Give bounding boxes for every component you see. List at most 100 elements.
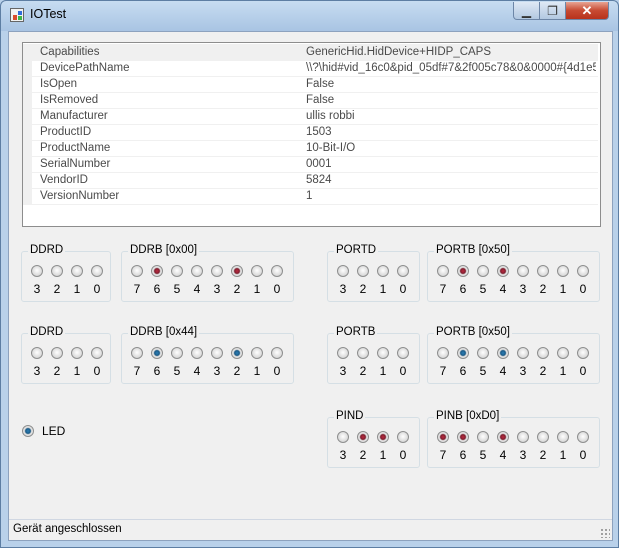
bit-indicator[interactable] (91, 347, 103, 359)
bit-indicator[interactable] (577, 265, 589, 277)
bit-indicator[interactable] (497, 265, 509, 277)
property-name: ProductID (40, 126, 92, 138)
bit-indicator[interactable] (357, 431, 369, 443)
row-margin (23, 188, 32, 204)
bit-indicator[interactable] (497, 347, 509, 359)
bit-indicator[interactable] (477, 265, 489, 277)
bit-indicator[interactable] (211, 347, 223, 359)
bit-indicator[interactable] (577, 347, 589, 359)
property-value[interactable]: ullis robbi (306, 110, 596, 122)
bit-indicator[interactable] (71, 265, 83, 277)
bit-indicator[interactable] (477, 431, 489, 443)
property-value[interactable]: False (306, 94, 596, 106)
property-value[interactable]: 10-Bit-I/O (306, 142, 596, 154)
minimize-button[interactable]: ▁ (513, 2, 540, 20)
bit-indicator[interactable] (131, 347, 143, 359)
bit-indicator[interactable] (191, 347, 203, 359)
property-name: ProductName (40, 142, 111, 154)
bit-indicator[interactable] (557, 431, 569, 443)
property-value[interactable]: False (306, 78, 596, 90)
bit-indicator[interactable] (271, 265, 283, 277)
property-row[interactable]: DevicePathName \\?\hid#vid_16c0&pid_05df#… (23, 60, 598, 77)
title-bar[interactable]: IOTest ▁ ❐ ✕ (1, 1, 618, 29)
bit-label: 3 (33, 364, 41, 378)
app-icon[interactable] (10, 8, 24, 22)
bit-indicator[interactable] (91, 265, 103, 277)
bit-indicator[interactable] (377, 265, 389, 277)
property-value[interactable]: 1 (306, 190, 596, 202)
bit-indicator[interactable] (577, 431, 589, 443)
bit-indicator[interactable] (231, 265, 243, 277)
bit-indicator[interactable] (537, 347, 549, 359)
bit-indicator[interactable] (231, 347, 243, 359)
bit-indicator[interactable] (537, 431, 549, 443)
property-value[interactable]: \\?\hid#vid_16c0&pid_05df#7&2f005c78&0&0… (306, 62, 596, 74)
bit-indicator[interactable] (151, 265, 163, 277)
bit-indicator[interactable] (537, 265, 549, 277)
bit-indicator[interactable] (397, 347, 409, 359)
bit-label: 2 (359, 364, 367, 378)
maximize-button[interactable]: ❐ (540, 2, 566, 20)
bit-indicator[interactable] (357, 265, 369, 277)
bit-indicator[interactable] (437, 431, 449, 443)
bit-indicator[interactable] (337, 431, 349, 443)
bit-indicator[interactable] (357, 347, 369, 359)
property-row[interactable]: SerialNumber 0001 (23, 156, 598, 173)
bit-label: 1 (253, 364, 261, 378)
bit-indicator[interactable] (497, 431, 509, 443)
property-row[interactable]: VendorID 5824 (23, 172, 598, 189)
bit-indicator[interactable] (557, 265, 569, 277)
property-row[interactable]: Manufacturer ullis robbi (23, 108, 598, 125)
property-row[interactable]: IsRemoved False (23, 92, 598, 109)
bit-indicator[interactable] (251, 265, 263, 277)
bit-indicator[interactable] (457, 347, 469, 359)
bit-indicator[interactable] (517, 265, 529, 277)
bit-indicator[interactable] (437, 347, 449, 359)
close-button[interactable]: ✕ (566, 2, 609, 20)
property-value[interactable]: GenericHid.HidDevice+HIDP_CAPS (306, 46, 596, 58)
bit-label: 6 (459, 364, 467, 378)
property-row[interactable]: IsOpen False (23, 76, 598, 93)
bit-indicator[interactable] (131, 265, 143, 277)
property-row[interactable]: ProductName 10-Bit-I/O (23, 140, 598, 157)
bit-indicator[interactable] (171, 347, 183, 359)
bit-indicator[interactable] (71, 347, 83, 359)
bit-indicator[interactable] (397, 431, 409, 443)
property-value[interactable]: 5824 (306, 174, 596, 186)
group-pind: PIND 3 2 1 0 (327, 410, 420, 468)
bit-label: 1 (559, 364, 567, 378)
bit-indicator[interactable] (337, 347, 349, 359)
bit-indicator[interactable] (31, 347, 43, 359)
bit-indicator[interactable] (377, 347, 389, 359)
property-row[interactable]: ProductID 1503 (23, 124, 598, 141)
property-value[interactable]: 0001 (306, 158, 596, 170)
resize-grip-icon[interactable] (600, 528, 610, 538)
bit-indicator[interactable] (251, 347, 263, 359)
bit-indicator[interactable] (31, 265, 43, 277)
led-radio-indicator[interactable] (22, 425, 34, 437)
bit-indicator[interactable] (557, 347, 569, 359)
bit-indicator[interactable] (271, 347, 283, 359)
bit-indicator[interactable] (377, 431, 389, 443)
bit-indicator[interactable] (457, 265, 469, 277)
property-row[interactable]: Capabilities GenericHid.HidDevice+HIDP_CA… (23, 44, 598, 61)
bit-indicator[interactable] (337, 265, 349, 277)
device-properties-grid[interactable]: Capabilities GenericHid.HidDevice+HIDP_CA… (22, 42, 601, 227)
property-row[interactable]: VersionNumber 1 (23, 188, 598, 205)
bit-indicator[interactable] (437, 265, 449, 277)
bit-indicator[interactable] (477, 347, 489, 359)
property-value[interactable]: 1503 (306, 126, 596, 138)
bit-label: 0 (579, 364, 587, 378)
bit-indicator[interactable] (457, 431, 469, 443)
bit-indicator[interactable] (211, 265, 223, 277)
bit-indicator[interactable] (151, 347, 163, 359)
group-portb-1: PORTB [0x50] 7 6 5 4 3 2 1 0 (427, 244, 600, 302)
bit-indicator[interactable] (517, 347, 529, 359)
bit-indicator[interactable] (51, 265, 63, 277)
bit-indicator[interactable] (517, 431, 529, 443)
bit-indicator[interactable] (171, 265, 183, 277)
bit-indicator[interactable] (191, 265, 203, 277)
bit-indicator[interactable] (51, 347, 63, 359)
bit-indicator[interactable] (397, 265, 409, 277)
bit-label: 2 (359, 282, 367, 296)
